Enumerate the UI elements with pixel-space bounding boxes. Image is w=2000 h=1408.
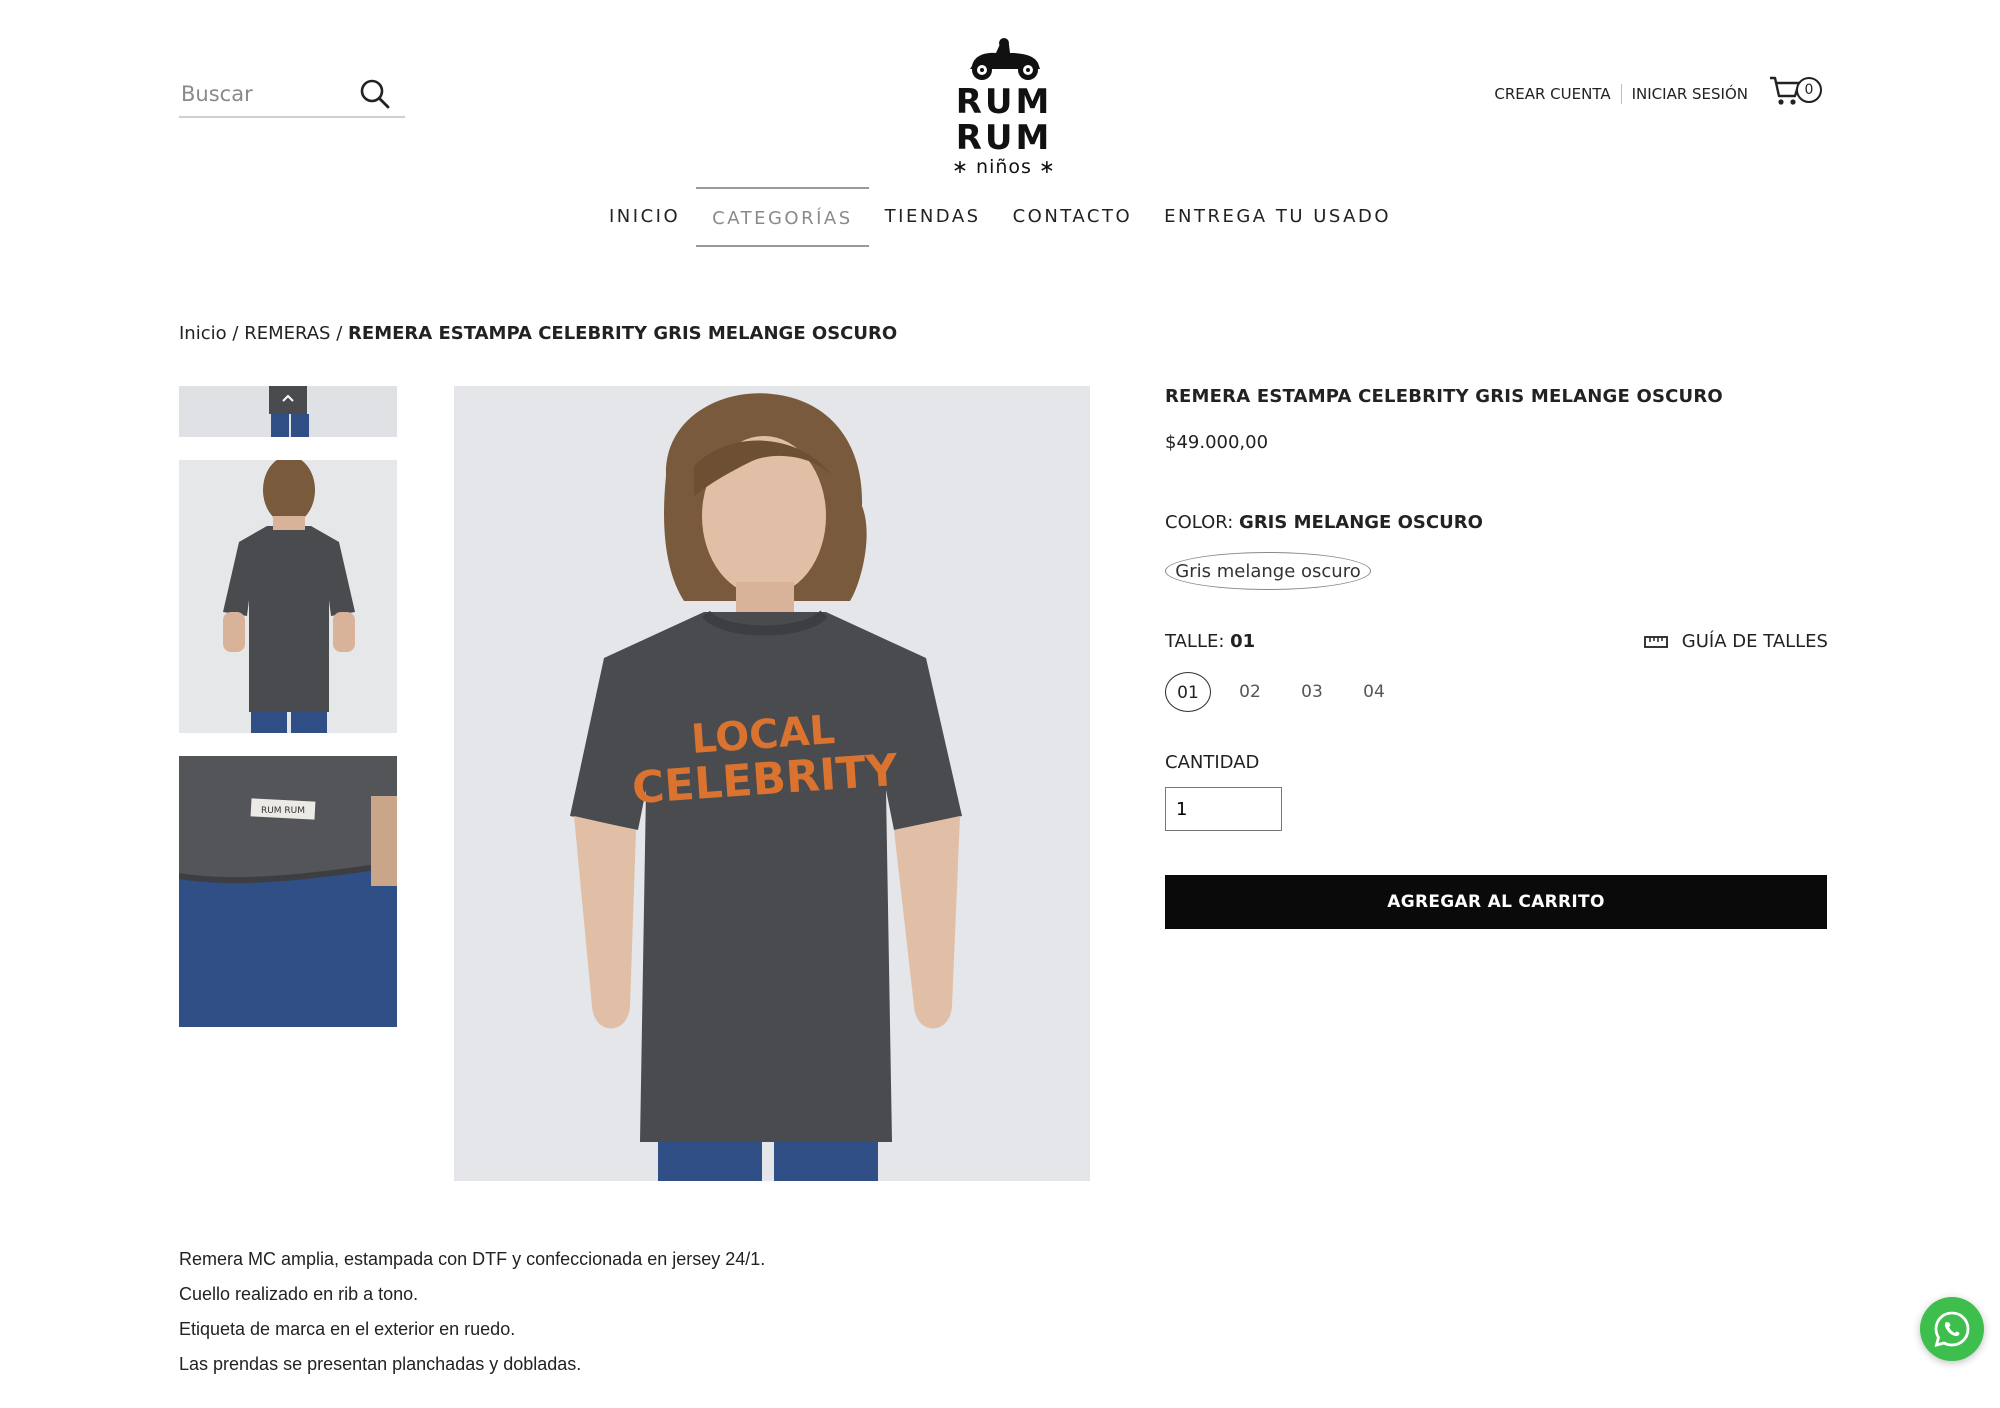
size-value: 01	[1230, 631, 1256, 652]
breadcrumb-separator: /	[232, 323, 239, 344]
search-bar	[179, 72, 405, 118]
logo-subtitle: ∗ niños ∗	[952, 156, 1056, 178]
nav-item-contacto[interactable]: CONTACTO	[997, 187, 1149, 247]
product-title: REMERA ESTAMPA CELEBRITY GRIS MELANGE OS…	[1165, 386, 1723, 407]
nav-item-inicio[interactable]: INICIO	[593, 187, 696, 247]
ruler-icon	[1643, 635, 1668, 648]
breadcrumb-separator: /	[336, 323, 343, 344]
color-label-text: COLOR:	[1165, 512, 1234, 533]
quantity-label: CANTIDAD	[1165, 752, 1260, 773]
size-option-01[interactable]: 01	[1165, 672, 1211, 712]
thumbnail-2[interactable]	[179, 460, 397, 733]
size-option-04[interactable]: 04	[1351, 672, 1397, 712]
size-option-03[interactable]: 03	[1289, 672, 1335, 712]
product-description: Remera MC amplia, estampada con DTF y co…	[179, 1242, 765, 1382]
nav-item-tiendas[interactable]: TIENDAS	[869, 187, 997, 247]
cart-button[interactable]: 0	[1768, 72, 1828, 108]
login-link[interactable]: INICIAR SESIÓN	[1632, 85, 1748, 103]
size-label: TALLE: 01	[1165, 631, 1255, 652]
breadcrumb-category[interactable]: REMERAS	[244, 323, 330, 344]
description-line: Las prendas se presentan planchadas y do…	[179, 1354, 582, 1374]
thumbnail-3[interactable]: RUM RUM	[179, 756, 397, 1027]
whatsapp-button[interactable]	[1920, 1297, 1984, 1361]
breadcrumb-current: REMERA ESTAMPA CELEBRITY GRIS MELANGE OS…	[348, 323, 898, 344]
whatsapp-icon	[1934, 1311, 1970, 1347]
search-icon[interactable]	[357, 76, 393, 112]
thumbnail-1[interactable]	[179, 386, 397, 437]
breadcrumb: Inicio / REMERAS / REMERA ESTAMPA CELEBR…	[179, 323, 897, 344]
product-main-image[interactable]: LOCAL CELEBRITY	[454, 386, 1090, 1181]
divider	[1620, 84, 1622, 104]
size-guide-link[interactable]: GUÍA DE TALLES	[1643, 631, 1828, 652]
search-input[interactable]	[179, 76, 363, 112]
size-guide-label: GUÍA DE TALLES	[1681, 631, 1828, 652]
main-nav: INICIO CATEGORÍAS TIENDAS CONTACTO ENTRE…	[0, 187, 2000, 249]
breadcrumb-home[interactable]: Inicio	[179, 323, 227, 344]
product-price: $49.000,00	[1165, 432, 1269, 453]
color-option[interactable]: Gris melange oscuro	[1165, 552, 1371, 590]
account-links: CREAR CUENTA INICIAR SESIÓN	[1494, 84, 1748, 104]
logo-text: RUM RUM	[955, 82, 1053, 158]
description-line: Etiqueta de marca en el exterior en rued…	[179, 1319, 516, 1339]
description-line: Cuello realizado en rib a tono.	[179, 1284, 419, 1304]
logo[interactable]: RUM RUM ∗ niños ∗	[908, 36, 1100, 178]
car-logo-icon	[970, 38, 1040, 80]
description-line: Remera MC amplia, estampada con DTF y co…	[179, 1249, 766, 1269]
size-label-text: TALLE:	[1165, 631, 1225, 652]
quantity-input[interactable]	[1165, 787, 1282, 831]
add-to-cart-button[interactable]: AGREGAR AL CARRITO	[1165, 875, 1827, 929]
nav-item-entrega-tu-usado[interactable]: ENTREGA TU USADO	[1148, 187, 1407, 247]
size-options: 01 02 03 04	[1165, 672, 1397, 712]
color-label: COLOR: GRIS MELANGE OSCURO	[1165, 512, 1483, 533]
color-value: GRIS MELANGE OSCURO	[1239, 512, 1483, 533]
create-account-link[interactable]: CREAR CUENTA	[1494, 85, 1610, 103]
cart-count-badge: 0	[1796, 77, 1822, 103]
nav-item-categorias[interactable]: CATEGORÍAS	[696, 187, 869, 247]
label-tag-text: RUM RUM	[261, 806, 305, 816]
size-option-02[interactable]: 02	[1227, 672, 1273, 712]
